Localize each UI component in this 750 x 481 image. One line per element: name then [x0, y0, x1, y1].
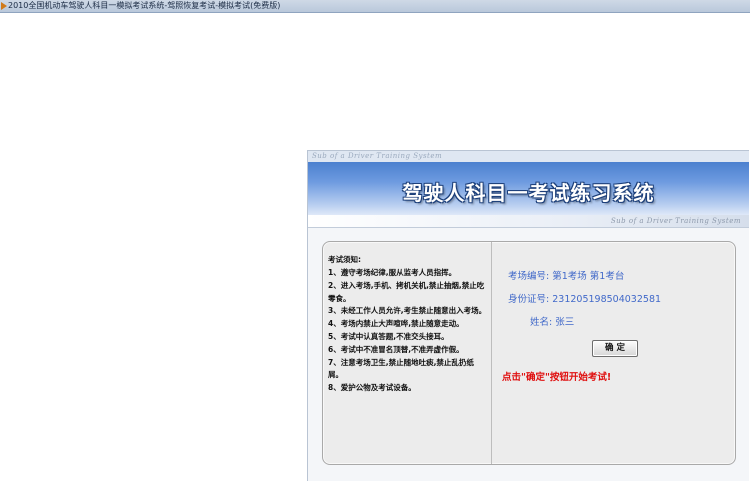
exam-room-value: 第1考场 第1考台	[552, 271, 625, 282]
rules-title: 考试须知:	[328, 255, 361, 264]
start-hint: 点击"确定"按钮开始考试!	[502, 372, 612, 383]
id-number-label: 身份证号:	[508, 294, 550, 305]
exam-info: 考场编号: 第1考场 第1考台 身份证号: 231205198504032581…	[491, 242, 735, 464]
name-row: 姓名: 张三	[530, 314, 574, 328]
rules-list: 1、遵守考场纪律,服从监考人员指挥。 2、进入考场,手机、拷机关机,禁止抽烟,禁…	[328, 267, 488, 395]
rule-item: 5、考试中认真答题,不准交头接耳。	[328, 331, 449, 341]
sub-strip: Sub of a Driver Training System	[308, 215, 749, 228]
exam-rules: 考试须知: 1、遵守考场纪律,服从监考人员指挥。 2、进入考场,手机、拷机关机,…	[323, 242, 492, 464]
exam-room-row: 考场编号: 第1考场 第1考台	[508, 268, 624, 282]
rule-item: 6、考试中不准冒名顶替,不准弄虚作假。	[328, 344, 464, 354]
app-icon	[1, 2, 7, 10]
confirm-button[interactable]: 确 定	[592, 340, 638, 357]
top-strip-text: Sub of a Driver Training System	[312, 152, 443, 160]
rule-item: 8、爱护公物及考试设备。	[328, 383, 416, 393]
id-number-row: 身份证号: 231205198504032581	[508, 291, 661, 305]
banner: 驾驶人科目一考试练习系统	[308, 162, 749, 219]
name-value: 张三	[555, 317, 575, 328]
id-number-value: 231205198504032581	[552, 294, 662, 305]
window-titlebar[interactable]: 2010全国机动车驾驶人科目一模拟考试系统-驾照恢复考试-模拟考试(免费版)	[0, 0, 750, 13]
rule-item: 4、考场内禁止大声喧哗,禁止随意走动。	[328, 319, 464, 329]
rule-item: 3、未经工作人员允许,考生禁止随意出入考场。	[328, 306, 487, 316]
sub-strip-text: Sub of a Driver Training System	[610, 217, 741, 225]
top-strip: Sub of a Driver Training System	[308, 151, 749, 162]
rule-item: 2、进入考场,手机、拷机关机,禁止抽烟,禁止吃零食。	[328, 280, 485, 303]
banner-title: 驾驶人科目一考试练习系统	[402, 181, 655, 205]
name-label: 姓名:	[530, 317, 553, 328]
exam-login-panel: Sub of a Driver Training System 驾驶人科目一考试…	[307, 150, 749, 481]
content-box: 考试须知: 1、遵守考场纪律,服从监考人员指挥。 2、进入考场,手机、拷机关机,…	[322, 241, 736, 465]
exam-room-label: 考场编号:	[508, 271, 550, 282]
rule-item: 7、注意考场卫生,禁止随地吐痰,禁止乱扔纸屑。	[328, 357, 474, 380]
window-title: 2010全国机动车驾驶人科目一模拟考试系统-驾照恢复考试-模拟考试(免费版)	[8, 1, 281, 10]
rule-item: 1、遵守考场纪律,服从监考人员指挥。	[328, 268, 457, 277]
